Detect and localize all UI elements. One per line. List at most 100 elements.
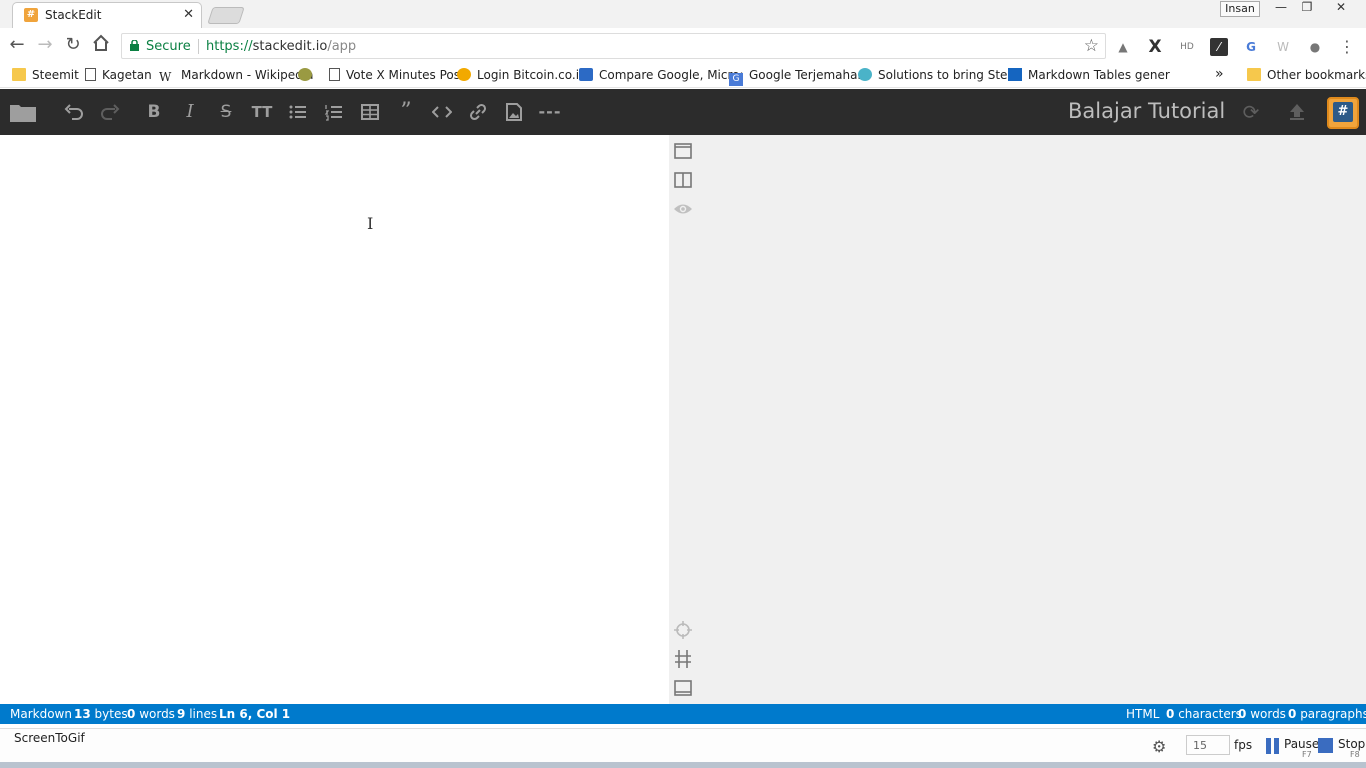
more-bookmarks-icon[interactable]: » (1215, 66, 1224, 82)
scroll-sync-icon[interactable] (673, 649, 693, 669)
link-icon[interactable] (466, 100, 490, 124)
toggle-statusbar-icon[interactable] (673, 678, 693, 698)
bookmark-label: Other bookmarks (1267, 68, 1366, 82)
stackedit-navbar: B I S TT ” --- Balajar Tutorial ⟳ (0, 89, 1366, 135)
url-path: /app (327, 39, 357, 54)
preview-eye-icon[interactable] (673, 199, 693, 219)
bookmark-label: Markdown - Wikipedia (181, 68, 314, 82)
pause-button[interactable]: Pause (1284, 737, 1319, 751)
bookmark-compare-google[interactable]: Compare Google, Micro: (579, 68, 744, 82)
bookmark-google-terjemahan[interactable]: G Google Terjemahan (729, 68, 865, 86)
secure-label: Secure (146, 39, 191, 54)
close-window-icon[interactable]: ✕ (1328, 0, 1354, 18)
google-translate-icon: G (729, 73, 743, 86)
restore-icon[interactable]: ❐ (1294, 0, 1320, 18)
html-words-value: 0 (1238, 707, 1247, 721)
tab-close-icon[interactable]: ✕ (183, 7, 194, 22)
bookmark-kagetan[interactable]: Kagetan (85, 68, 152, 82)
bookmark-solutions-steem[interactable]: Solutions to bring Steen (858, 68, 1022, 82)
redo-icon[interactable] (98, 100, 122, 124)
drive-extension-icon[interactable]: ▲ (1114, 38, 1132, 56)
minimize-icon[interactable]: — (1268, 0, 1294, 18)
hd-extension-icon[interactable]: HD (1178, 38, 1196, 56)
table-icon[interactable] (358, 100, 382, 124)
browser-toolbar: ← → ↻ Secure https://stackedit.io/app ☆ … (0, 28, 1366, 64)
explorer-folder-icon[interactable] (10, 100, 36, 124)
sync-icon[interactable]: ⟳ (1239, 100, 1263, 124)
code-icon[interactable] (430, 100, 454, 124)
bookmark-login-bitcoin[interactable]: Login Bitcoin.co.id (457, 68, 587, 82)
x-extension-icon[interactable]: X (1146, 38, 1164, 56)
document-title[interactable]: Balajar Tutorial (1068, 99, 1225, 123)
fps-input[interactable]: 15 (1186, 735, 1230, 755)
compare-icon (579, 68, 593, 81)
bulleted-list-icon[interactable] (286, 100, 310, 124)
strikethrough-icon[interactable]: S (214, 100, 238, 124)
avatar-glyph: # (1333, 102, 1353, 122)
markdown-editor[interactable] (0, 135, 669, 704)
screentogif-recorder-bar: ScreenToGif ⚙ 15 fps Pause F7 Stop F8 (0, 728, 1366, 762)
bytes-value: 13 (74, 707, 91, 721)
bold-icon[interactable]: B (142, 100, 166, 124)
bookmark-label: Compare Google, Micro: (599, 68, 744, 82)
stackedit-menu-avatar[interactable]: # (1327, 97, 1359, 129)
pepe-icon (298, 68, 312, 81)
wordpress-extension-icon[interactable]: W (1274, 38, 1292, 56)
bookmark-other-bookmarks[interactable]: Other bookmarks (1247, 68, 1366, 82)
status-paragraphs: 0 paragraphs (1288, 707, 1366, 721)
horizontal-rule-icon[interactable]: --- (538, 100, 562, 124)
status-mode-markdown: Markdown (10, 707, 72, 721)
url-host: stackedit.io (252, 39, 328, 54)
url-scheme: https:// (206, 39, 253, 54)
new-tab-button[interactable] (207, 7, 245, 24)
quote-icon[interactable]: ” (394, 100, 418, 124)
bookmark-star-icon[interactable]: ☆ (1084, 36, 1099, 56)
windows-taskbar (0, 762, 1366, 768)
bookmark-label: Google Terjemahan (749, 68, 866, 82)
reload-icon[interactable]: ↻ (62, 34, 84, 56)
stackedit-favicon-icon: # (24, 8, 38, 22)
chrome-menu-icon[interactable]: ⋮ (1338, 38, 1356, 56)
stop-icon[interactable] (1318, 738, 1333, 753)
chars-label: characters (1178, 707, 1242, 721)
forward-icon[interactable]: → (34, 34, 56, 56)
bookmark-label: Steemit (32, 68, 79, 82)
chars-value: 0 (1166, 707, 1175, 721)
bookmark-markdown-wikipedia[interactable]: W Markdown - Wikipedia (159, 68, 313, 84)
page-icon (329, 68, 340, 81)
italic-icon[interactable]: I (178, 100, 202, 124)
toggle-navbar-icon[interactable] (673, 141, 693, 161)
omnibox-divider (198, 39, 199, 54)
pen-extension-icon[interactable]: ⁄ (1210, 38, 1228, 56)
stop-button[interactable]: Stop (1338, 737, 1365, 751)
status-position: Ln 6, Col 1 (219, 707, 291, 721)
recorder-settings-gear-icon[interactable]: ⚙ (1152, 737, 1166, 756)
address-bar[interactable]: Secure https://stackedit.io/app ☆ (121, 33, 1106, 59)
pause-icon[interactable] (1266, 738, 1280, 754)
bookmark-pepe[interactable] (298, 68, 318, 82)
translate-extension-icon[interactable]: G (1242, 38, 1260, 56)
shield-extension-icon[interactable]: ● (1306, 38, 1324, 56)
back-icon[interactable]: ← (6, 34, 28, 56)
fps-label: fps (1234, 738, 1253, 752)
bookmark-vote-x-minutes[interactable]: Vote X Minutes Post (329, 68, 465, 82)
text-cursor-icon: I (367, 214, 374, 233)
bookmark-steemit[interactable]: Steemit (12, 68, 79, 82)
bookmark-markdown-tables[interactable]: Markdown Tables gener (1008, 68, 1170, 82)
numbered-list-icon[interactable] (322, 100, 346, 124)
bitcoin-icon (457, 68, 471, 81)
focus-target-icon[interactable] (673, 620, 693, 640)
browser-tab[interactable]: # StackEdit ✕ (12, 2, 202, 28)
toggle-side-preview-icon[interactable] (673, 170, 693, 190)
url-text: https://stackedit.io/app (206, 39, 356, 54)
lines-value: 9 (177, 707, 186, 721)
browser-tab-strip: # StackEdit ✕ Insan — ❐ ✕ (0, 0, 1366, 28)
folder-icon (1247, 68, 1261, 81)
image-icon[interactable] (502, 100, 526, 124)
undo-icon[interactable] (62, 100, 86, 124)
heading-icon[interactable]: TT (250, 100, 274, 124)
profile-button[interactable]: Insan (1220, 1, 1260, 17)
status-characters: 0 characters (1166, 707, 1242, 721)
home-icon[interactable] (90, 34, 112, 56)
publish-icon[interactable] (1285, 100, 1309, 124)
